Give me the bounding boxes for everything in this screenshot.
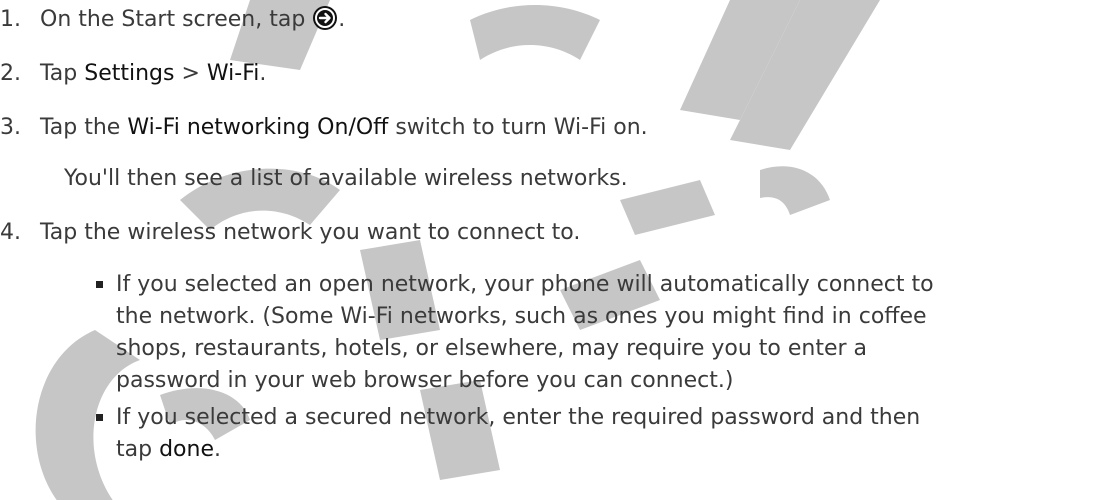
step-text: Tap xyxy=(40,61,85,86)
bullet-text-part: If you selected a secured network, enter… xyxy=(116,405,921,462)
step-text: Tap the wireless network you want to con… xyxy=(40,220,581,245)
step-3-note: You'll then see a list of available wire… xyxy=(64,166,628,191)
step-number: 1. xyxy=(0,7,21,32)
step-text: > xyxy=(174,61,207,86)
wifi-switch-label: Wi-Fi networking On/Off xyxy=(127,115,389,140)
step-number: 2. xyxy=(0,61,21,86)
step-2: 2. Tap Settings > Wi-Fi. xyxy=(0,59,266,89)
step-text: switch to turn Wi-Fi on. xyxy=(388,115,648,140)
bullet-text: If you selected a secured network, enter… xyxy=(116,402,1096,466)
step-4: 4. Tap the wireless network you want to c… xyxy=(0,218,580,248)
settings-label: Settings xyxy=(84,61,175,86)
bullet-text: If you selected an open network, your ph… xyxy=(116,272,934,393)
step-text: On the Start screen, tap xyxy=(40,7,313,32)
done-label: done xyxy=(159,437,214,462)
wifi-label: Wi-Fi xyxy=(206,61,260,86)
instructions: 1. On the Start screen, tap . 2. Tap Setti… xyxy=(0,0,1099,500)
bullet-text-end: . xyxy=(213,437,221,462)
bullet-square-icon xyxy=(96,414,103,421)
step-number: 3. xyxy=(0,115,21,140)
step-text: Tap the xyxy=(40,115,128,140)
step-number: 4. xyxy=(0,220,21,245)
step-text: . xyxy=(259,61,267,86)
step-3: 3. Tap the Wi-Fi networking On/Off switch… xyxy=(0,113,648,143)
step-1: 1. On the Start screen, tap . xyxy=(0,5,345,35)
arrow-right-circle-icon xyxy=(312,5,338,31)
step-text-end: . xyxy=(338,7,346,32)
bullet-square-icon xyxy=(96,281,103,288)
